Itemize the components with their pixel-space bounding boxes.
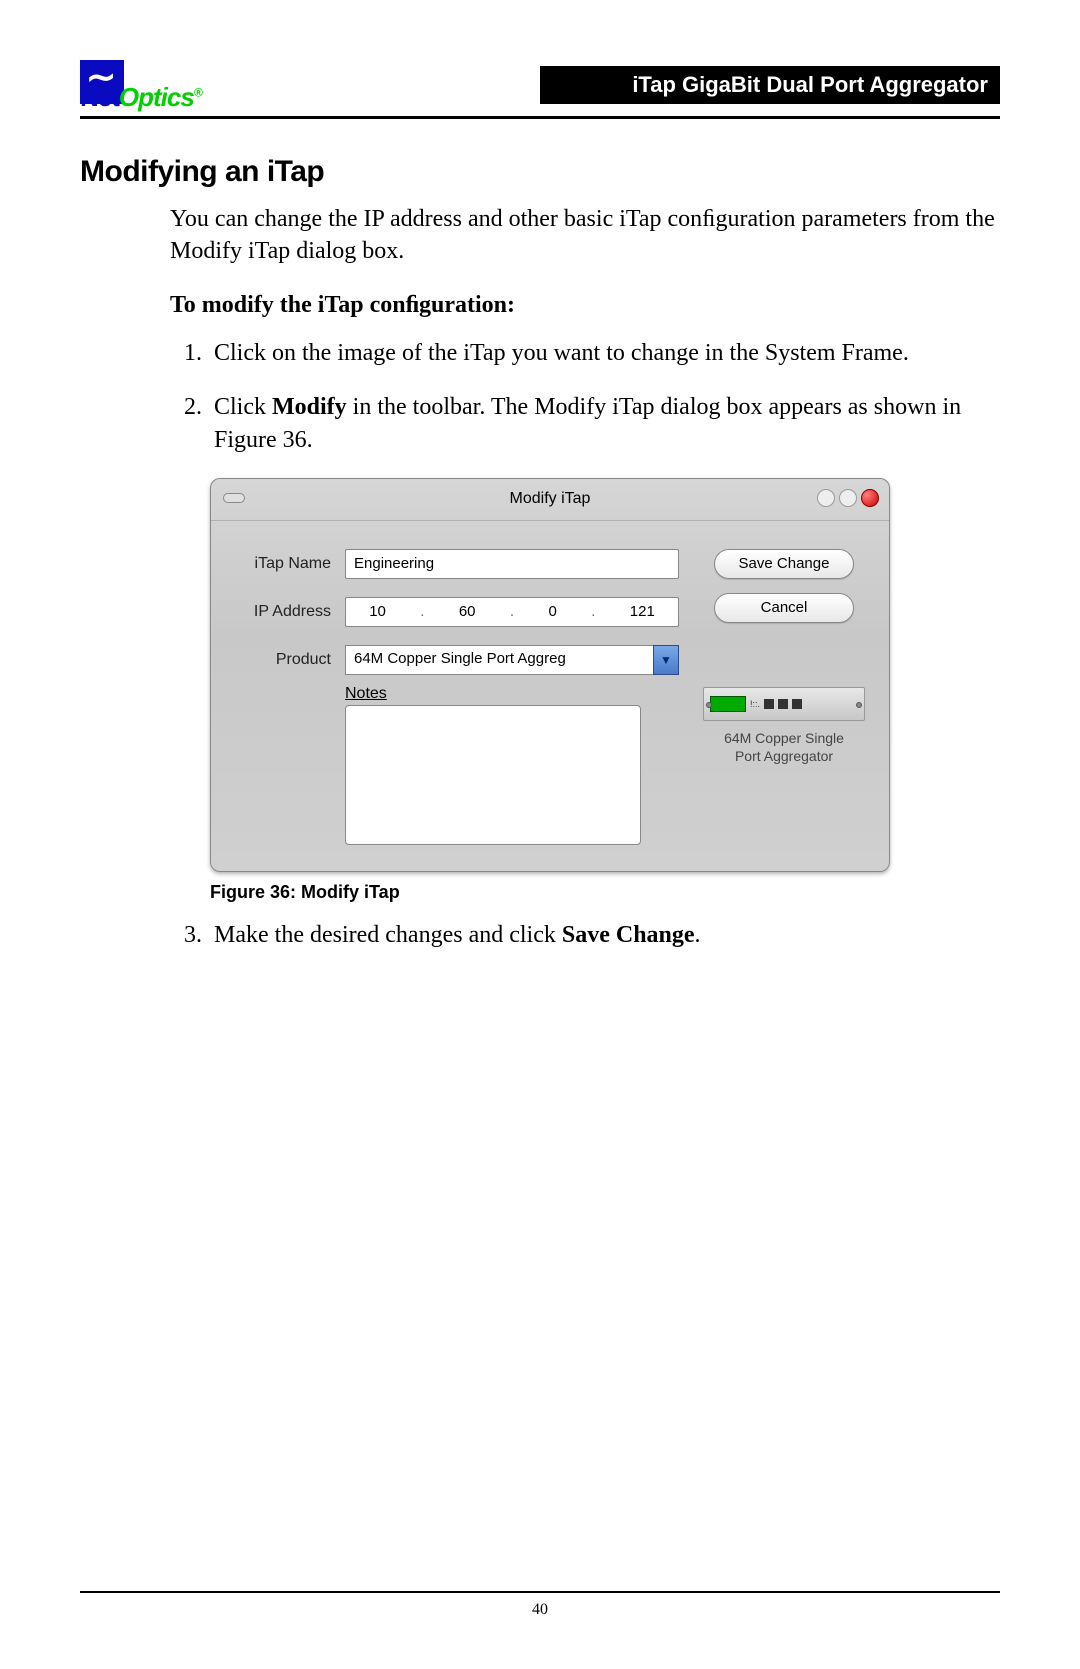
doc-title-bar: iTap GigaBit Dual Port Aggregator [540, 66, 1000, 104]
section-heading: Modifying an iTap [80, 155, 1000, 189]
cancel-button[interactable]: Cancel [714, 593, 854, 623]
step-1: Click on the image of the iTap you want … [208, 337, 1000, 369]
product-select[interactable]: 64M Copper Single Port Aggreg ▼ [345, 645, 679, 675]
header-rule [80, 116, 1000, 119]
window-controls[interactable] [817, 489, 879, 507]
ip-address-input[interactable]: 10. 60. 0. 121 [345, 597, 679, 627]
intro-paragraph: You can change the IP address and other … [170, 203, 1000, 268]
page-number: 40 [80, 1601, 1000, 1619]
titlebar-handle-icon [223, 493, 245, 503]
device-icon: !::. [703, 687, 865, 721]
modify-itap-dialog: Modify iTap iTap Name IP Address 10. 60. [210, 478, 890, 872]
notes-label: Notes [345, 685, 679, 703]
window-button-icon[interactable] [817, 489, 835, 507]
itap-name-label: iTap Name [231, 555, 331, 573]
close-icon[interactable] [861, 489, 879, 507]
procedure-subhead: To modify the iTap conﬁguration: [170, 292, 1000, 319]
logo-optics: Optics [119, 82, 194, 112]
footer-rule [80, 1591, 1000, 1593]
window-button-icon[interactable] [839, 489, 857, 507]
chevron-down-icon[interactable]: ▼ [653, 645, 679, 675]
logo-net: Net [80, 82, 119, 112]
product-label: Product [231, 651, 331, 669]
device-preview: !::. 64M Copper Single Port Aggregator [703, 687, 865, 765]
step-3: Make the desired changes and click Save … [208, 919, 1000, 951]
ip-address-label: IP Address [231, 603, 331, 621]
itap-name-input[interactable] [345, 549, 679, 579]
step-2: Click Modify in the toolbar. The Modify … [208, 391, 1000, 456]
dialog-title: Modify iTap [510, 490, 591, 508]
brand-logo: ∼ NetOptics® [80, 60, 250, 110]
dialog-titlebar: Modify iTap [211, 479, 889, 521]
figure-caption: Figure 36: Modify iTap [210, 882, 1000, 903]
logo-reg: ® [194, 85, 202, 99]
save-change-button[interactable]: Save Change [714, 549, 854, 579]
notes-textarea[interactable] [345, 705, 641, 845]
figure-36: Modify iTap iTap Name IP Address 10. 60. [210, 478, 1000, 872]
